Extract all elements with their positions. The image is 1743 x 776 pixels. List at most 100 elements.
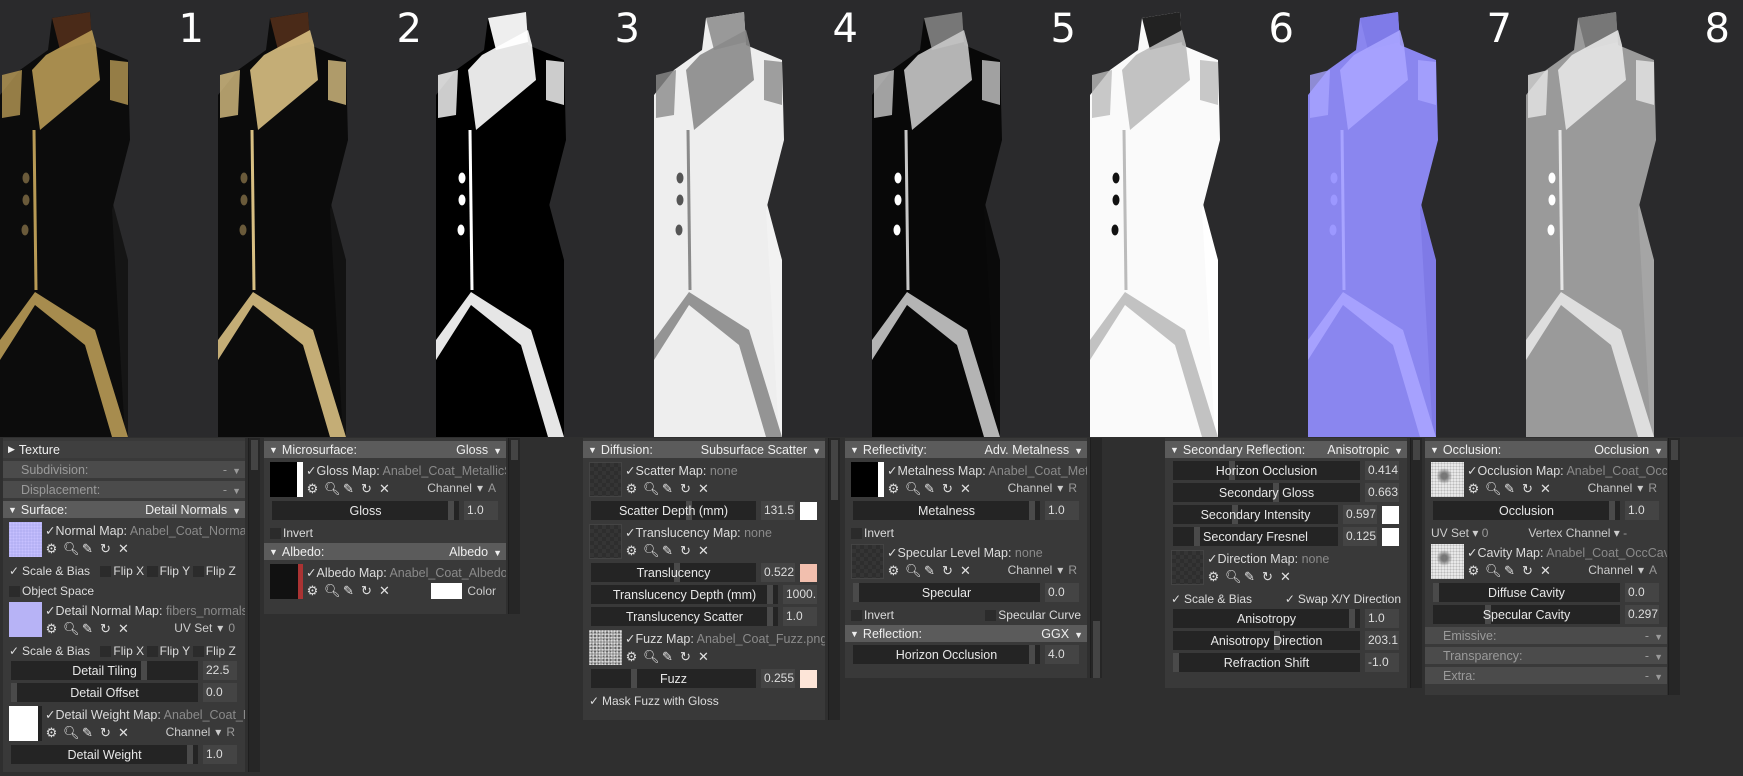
close-icon[interactable]: ✕ <box>959 563 972 579</box>
slider-track[interactable]: Fuzz <box>591 669 756 688</box>
scrollbar[interactable] <box>1410 438 1422 688</box>
map-enabled-checkmark-icon[interactable]: ✓ <box>45 708 55 722</box>
magnifier-icon[interactable]: 🔍︎ <box>643 543 660 559</box>
channel-dropdown[interactable]: Channel ▾ A <box>1588 563 1657 577</box>
close-icon[interactable]: ✕ <box>1539 481 1552 497</box>
section-mode-dropdown[interactable]: - ▼ <box>223 463 241 477</box>
section-mode-dropdown[interactable]: Anisotropic ▼ <box>1327 443 1403 457</box>
gear-icon[interactable]: ⚙ <box>887 481 900 497</box>
slider-track[interactable]: Metalness <box>853 501 1040 520</box>
checkbox-box[interactable] <box>192 645 204 657</box>
color-swatch[interactable] <box>1382 527 1399 546</box>
close-icon[interactable]: ✕ <box>117 541 130 557</box>
texture-thumbnail[interactable] <box>589 462 622 497</box>
close-icon[interactable]: ✕ <box>117 725 130 741</box>
value-field[interactable]: 0.663 <box>1365 483 1399 502</box>
scrollbar[interactable] <box>828 438 840 720</box>
checkbox[interactable]: ✓ Scale & Bias <box>9 644 100 658</box>
collapse-arrow-icon[interactable]: ▼ <box>850 629 859 639</box>
value-field[interactable]: 22.5 <box>203 661 237 680</box>
scrollbar[interactable] <box>1090 438 1102 678</box>
value-field[interactable]: 1.0 <box>1625 501 1659 520</box>
channel-dropdown[interactable]: Channel ▾ A <box>427 481 496 495</box>
map-filename[interactable]: Anabel_Coat_DetailM <box>164 708 245 722</box>
value-field[interactable]: 0.0 <box>1625 583 1659 602</box>
expand-arrow-icon[interactable]: ▶ <box>8 444 15 455</box>
gear-icon[interactable]: ⚙ <box>45 621 58 637</box>
magnifier-icon[interactable]: 🔍︎ <box>1485 563 1502 579</box>
gear-icon[interactable]: ⚙ <box>887 563 900 579</box>
color-picker[interactable]: Color <box>431 583 496 599</box>
gear-icon[interactable]: ⚙ <box>45 541 58 557</box>
value-field[interactable]: 1.0 <box>783 607 817 626</box>
refresh-icon[interactable]: ↻ <box>679 649 692 665</box>
map-filename[interactable]: none <box>710 464 738 478</box>
value-field[interactable]: 4.0 <box>1045 645 1079 664</box>
section-header[interactable]: ▼ Microsurface: Gloss ▼ <box>264 441 506 458</box>
slider-track[interactable]: Detail Tiling <box>11 661 198 680</box>
map-filename[interactable]: Anabel_Coat_Fuzz.png <box>697 632 825 646</box>
section-header[interactable]: ▼ Diffusion: Subsurface Scatter ▼ <box>583 441 825 458</box>
map-filename[interactable]: fibers_normals.png <box>166 604 245 618</box>
map-enabled-checkmark-icon[interactable]: ✓ <box>887 464 897 478</box>
value-field[interactable]: 0.0 <box>1045 583 1079 602</box>
slider-handle[interactable] <box>853 583 859 602</box>
texture-thumbnail[interactable] <box>270 564 303 599</box>
checkbox[interactable]: Flip X <box>100 564 146 578</box>
section-header[interactable]: ▶ Texture <box>3 441 245 458</box>
texture-thumbnail[interactable] <box>851 544 884 579</box>
collapse-arrow-icon[interactable]: ▼ <box>1170 445 1179 455</box>
uv-set-dropdown[interactable]: UV Set ▾ 0 <box>1431 526 1488 540</box>
slider-track[interactable]: Horizon Occlusion <box>1173 461 1360 480</box>
slider-handle[interactable] <box>1348 609 1355 628</box>
slider-track[interactable]: Anisotropy Direction <box>1173 631 1360 650</box>
slider-track[interactable]: Translucency Scatter <box>591 607 778 626</box>
checkbox[interactable]: Object Space <box>9 584 94 598</box>
checkbox-box[interactable] <box>851 609 862 621</box>
checkbox[interactable]: Flip X <box>100 644 146 658</box>
section-header[interactable]: Emissive: - ▼ <box>1425 627 1667 644</box>
checkbox[interactable]: Invert <box>851 608 894 622</box>
map-enabled-checkmark-icon[interactable]: ✓ <box>45 524 55 538</box>
slider-handle[interactable] <box>141 661 148 680</box>
color-swatch[interactable] <box>800 501 817 520</box>
checkbox[interactable]: Specular Curve <box>985 608 1081 622</box>
scrollbar-thumb[interactable] <box>1413 440 1420 460</box>
checkmark-icon[interactable]: ✓ <box>9 564 20 578</box>
map-enabled-checkmark-icon[interactable]: ✓ <box>625 464 635 478</box>
value-field[interactable]: 1.0 <box>203 745 237 764</box>
magnifier-icon[interactable]: 🔍︎ <box>643 481 660 497</box>
map-filename[interactable]: Anabel_Coat_Normal.png <box>130 524 245 538</box>
magnifier-icon[interactable]: 🔍︎ <box>1225 569 1242 585</box>
checkbox[interactable]: ✓ Swap X/Y Direction <box>1285 592 1401 606</box>
value-field[interactable]: 1.0 <box>464 501 498 520</box>
refresh-icon[interactable]: ↻ <box>941 563 954 579</box>
section-header[interactable]: ▼ Albedo: Albedo ▼ <box>264 543 506 560</box>
value-field[interactable]: 0.255 <box>761 669 795 688</box>
pencil-icon[interactable]: ✎ <box>342 583 355 599</box>
value-field[interactable]: 1.0 <box>1045 501 1079 520</box>
refresh-icon[interactable]: ↻ <box>360 481 373 497</box>
gear-icon[interactable]: ⚙ <box>1467 481 1480 497</box>
checkbox[interactable]: ✓ Scale & Bias <box>1171 592 1252 606</box>
map-filename[interactable]: Anabel_Coat_OccCav.pr <box>1566 464 1667 478</box>
magnifier-icon[interactable]: 🔍︎ <box>1485 481 1502 497</box>
refresh-icon[interactable]: ↻ <box>360 583 373 599</box>
section-mode-dropdown[interactable]: Subsurface Scatter ▼ <box>701 443 821 457</box>
section-mode-dropdown[interactable]: - ▼ <box>1645 649 1663 663</box>
section-header[interactable]: ▼ Secondary Reflection: Anisotropic ▼ <box>1165 441 1407 458</box>
close-icon[interactable]: ✕ <box>697 649 710 665</box>
texture-thumbnail[interactable] <box>589 630 622 665</box>
slider-handle[interactable] <box>1433 583 1439 602</box>
checkbox[interactable]: Invert <box>270 526 313 540</box>
slider-track[interactable]: Secondary Gloss <box>1173 483 1360 502</box>
texture-thumbnail[interactable] <box>9 706 42 741</box>
collapse-arrow-icon[interactable]: ▼ <box>8 505 17 515</box>
section-mode-dropdown[interactable]: GGX ▼ <box>1041 627 1083 641</box>
magnifier-icon[interactable]: 🔍︎ <box>905 481 922 497</box>
checkbox-box[interactable] <box>985 609 997 621</box>
value-field[interactable]: 131.5 <box>761 501 795 520</box>
map-filename[interactable]: none <box>744 526 772 540</box>
slider-handle[interactable] <box>1028 501 1035 520</box>
close-icon[interactable]: ✕ <box>959 481 972 497</box>
